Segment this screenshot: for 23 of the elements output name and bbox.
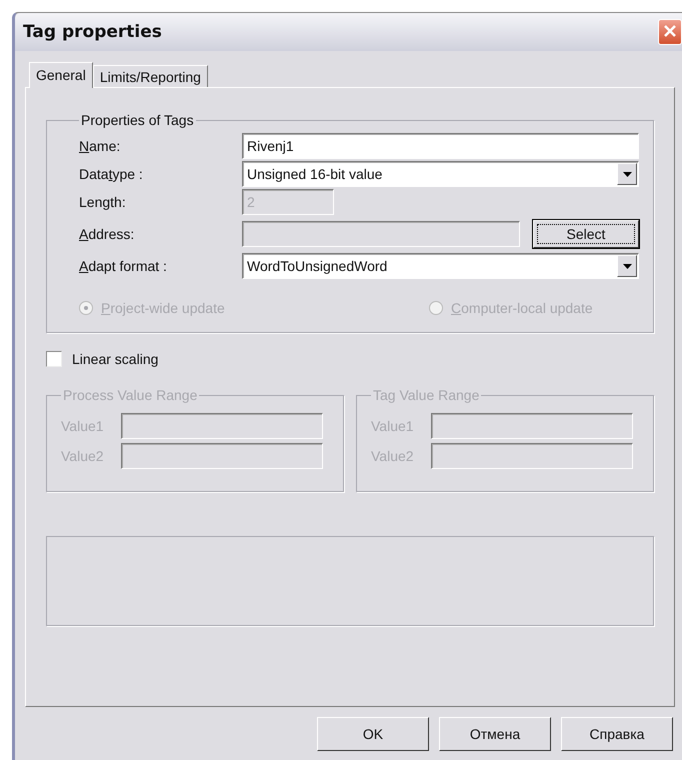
field-label: Adapt format : [79, 258, 168, 274]
checkbox-label: Linear scaling [72, 351, 158, 367]
dialog-button[interactable]: Справка [561, 717, 673, 751]
tab[interactable]: Limits/Reporting [92, 65, 208, 87]
text-field[interactable] [121, 443, 323, 469]
dialog-button[interactable]: Отмена [439, 717, 551, 751]
field-label: Name: [79, 138, 122, 154]
text-field[interactable] [431, 443, 633, 469]
tab[interactable]: General [29, 62, 93, 88]
checkbox[interactable] [46, 351, 62, 367]
close-button[interactable] [658, 19, 682, 45]
close-icon[interactable] [664, 24, 676, 36]
window-title: Tag properties [23, 22, 162, 42]
dialog-button[interactable]: OK [317, 717, 429, 751]
text-field[interactable] [431, 413, 633, 439]
field-label: Address: [79, 226, 136, 242]
text-field[interactable]: Rivenj1 [242, 133, 639, 159]
group-title: Properties of Tags [80, 112, 195, 128]
dropdown[interactable]: WordToUnsignedWord [242, 253, 639, 279]
field-label: Length: [79, 194, 127, 210]
text-field[interactable] [121, 413, 323, 439]
field-label: Datatype : [79, 166, 144, 182]
dropdown[interactable]: Unsigned 16-bit value [242, 161, 639, 187]
